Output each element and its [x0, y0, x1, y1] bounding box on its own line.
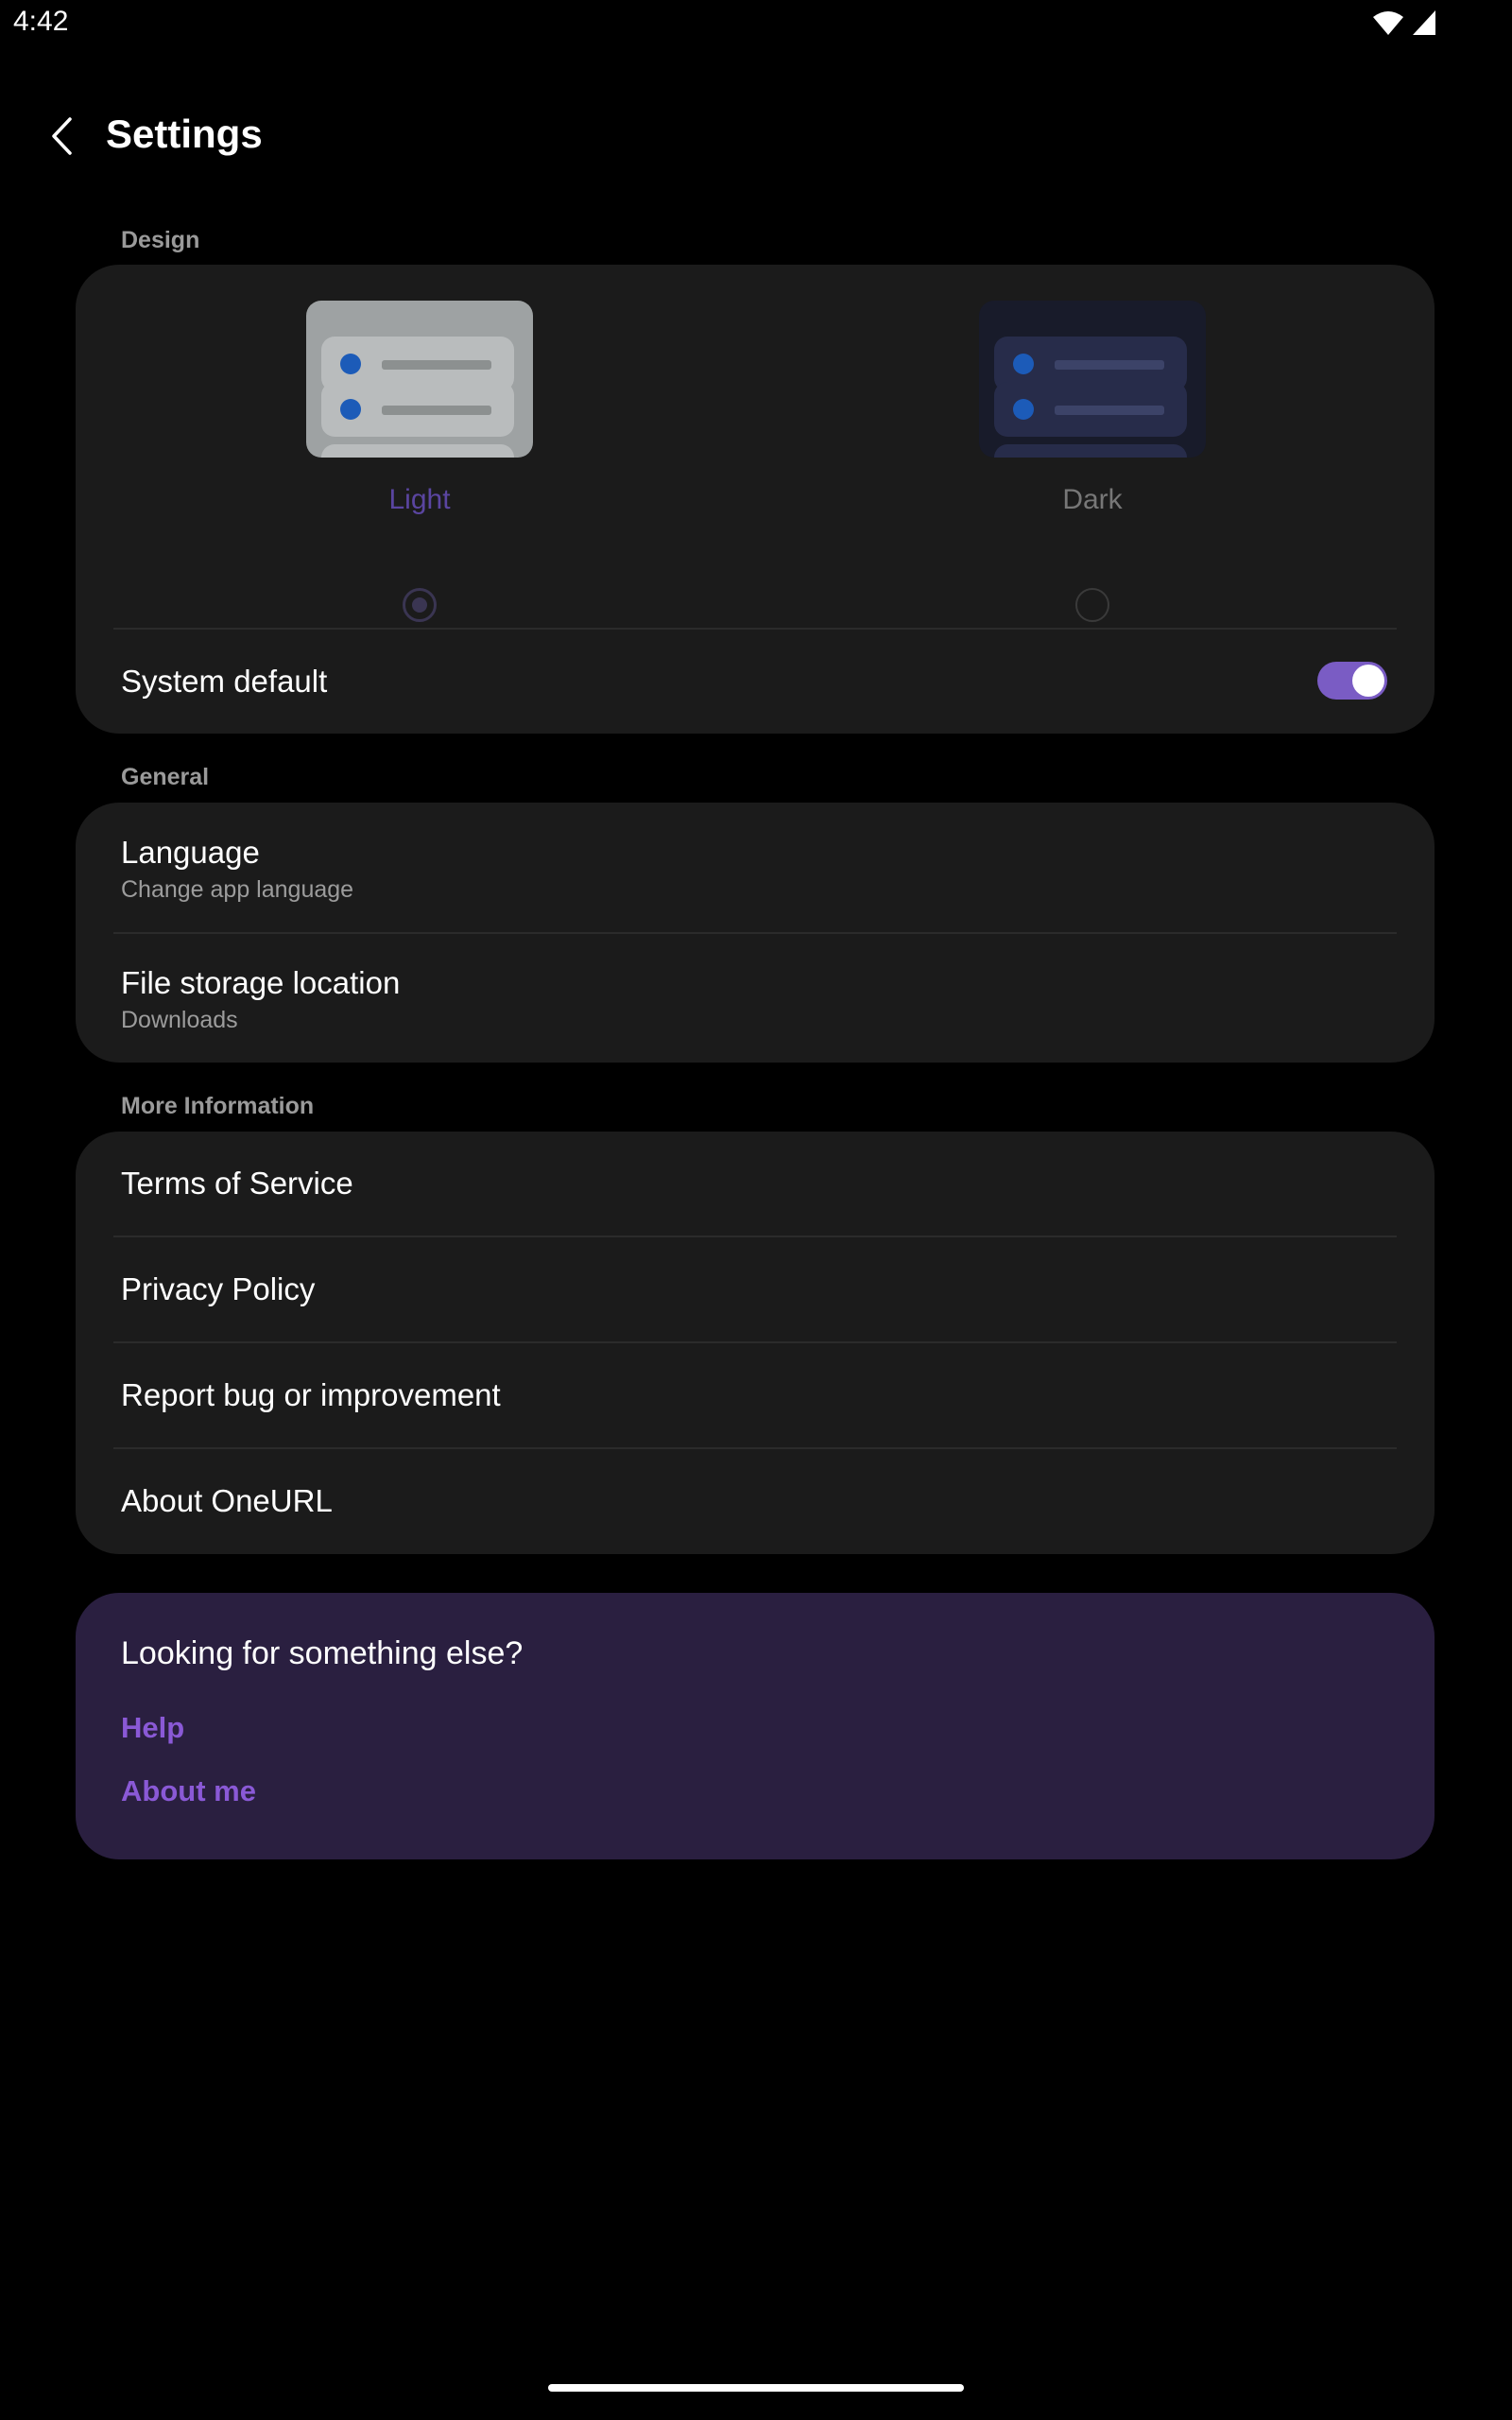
file-storage-subtitle: Downloads	[121, 1007, 238, 1033]
dark-theme-radio[interactable]	[1075, 588, 1109, 622]
theme-option-light[interactable]: Light	[306, 301, 533, 622]
dark-theme-label: Dark	[1062, 484, 1123, 515]
status-icons	[1372, 9, 1436, 36]
general-card: Language Change app language File storag…	[76, 803, 1435, 1063]
language-title: Language	[121, 835, 260, 870]
design-card: Light Dark System default	[76, 265, 1435, 734]
report-bug-label: Report bug or improvement	[121, 1377, 501, 1412]
terms-of-service-label: Terms of Service	[121, 1166, 353, 1201]
help-card-title: Looking for something else?	[121, 1635, 524, 1671]
report-bug-row[interactable]: Report bug or improvement	[76, 1343, 1435, 1447]
chevron-left-icon	[52, 117, 72, 155]
file-storage-title: File storage location	[121, 965, 401, 1000]
wifi-icon	[1373, 11, 1403, 35]
toggle-knob	[1352, 665, 1384, 697]
help-link[interactable]: Help	[121, 1711, 184, 1745]
privacy-policy-row[interactable]: Privacy Policy	[76, 1237, 1435, 1341]
terms-of-service-row[interactable]: Terms of Service	[76, 1132, 1435, 1236]
file-storage-row[interactable]: File storage location Downloads	[76, 934, 1435, 1063]
privacy-policy-label: Privacy Policy	[121, 1271, 316, 1306]
page-title: Settings	[106, 112, 263, 156]
system-default-toggle[interactable]	[1317, 662, 1387, 700]
system-default-label: System default	[121, 664, 328, 699]
more-information-card: Terms of Service Privacy Policy Report b…	[76, 1132, 1435, 1554]
signal-icon	[1413, 10, 1435, 35]
theme-option-dark[interactable]: Dark	[979, 301, 1206, 622]
dark-theme-preview	[979, 301, 1206, 458]
status-time: 4:42	[13, 6, 69, 37]
back-button[interactable]	[38, 106, 85, 166]
language-row[interactable]: Language Change app language	[76, 803, 1435, 932]
about-oneurl-row[interactable]: About OneURL	[76, 1449, 1435, 1554]
section-label-more-information: More Information	[121, 1093, 315, 1119]
light-theme-preview	[306, 301, 533, 458]
language-subtitle: Change app language	[121, 876, 354, 903]
light-theme-radio[interactable]	[403, 588, 437, 622]
light-theme-label: Light	[388, 484, 451, 515]
section-label-design: Design	[121, 227, 200, 253]
section-label-general: General	[121, 764, 210, 790]
home-indicator[interactable]	[548, 2384, 964, 2392]
divider	[113, 628, 1397, 630]
help-card: Looking for something else? Help About m…	[76, 1593, 1435, 1859]
about-oneurl-label: About OneURL	[121, 1483, 333, 1518]
about-me-link[interactable]: About me	[121, 1774, 256, 1808]
